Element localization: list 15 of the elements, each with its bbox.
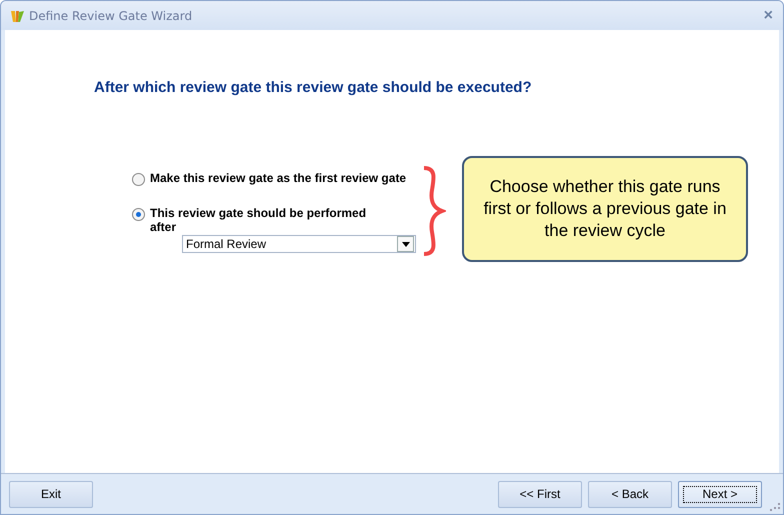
dropdown-value: Formal Review bbox=[185, 237, 268, 251]
resize-grip-icon bbox=[770, 501, 780, 511]
exit-button[interactable]: Exit bbox=[9, 480, 93, 508]
option-label: This review gate should be performed after bbox=[150, 206, 368, 234]
nav-button[interactable]: << First bbox=[498, 480, 582, 508]
callout-note: Choose whether this gate runs first or follows a previous gate in the review cycle bbox=[462, 156, 748, 262]
gate-dropdown[interactable]: Formal Review bbox=[182, 235, 416, 253]
radio-button[interactable] bbox=[132, 208, 145, 221]
nav-button[interactable]: Next > bbox=[678, 480, 762, 508]
option-label: Make this review gate as the first review gate bbox=[150, 171, 406, 185]
nav-button[interactable]: < Back bbox=[588, 480, 672, 508]
radio-button[interactable] bbox=[132, 173, 145, 186]
wizard-heading: After which review gate this review gate should be executed? bbox=[94, 79, 533, 96]
dropdown-caret-icon[interactable] bbox=[397, 236, 414, 252]
window-title: Define Review Gate Wizard bbox=[29, 8, 194, 22]
